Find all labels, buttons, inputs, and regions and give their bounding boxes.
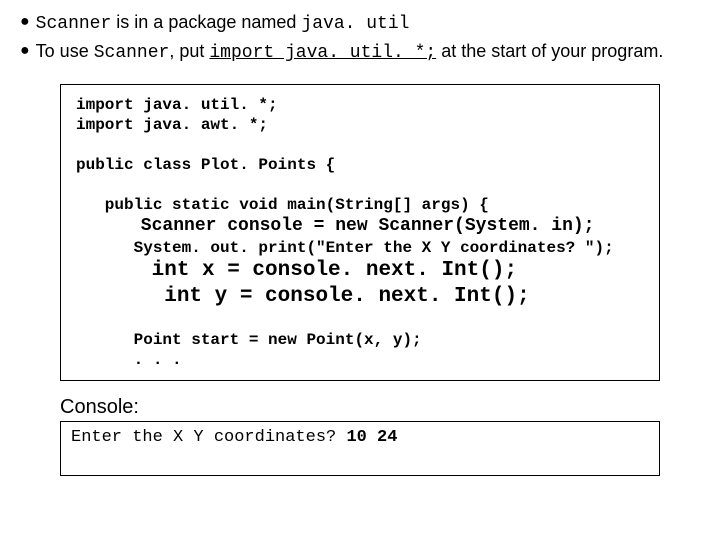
console-output-box: Enter the X Y coordinates? 10 24 xyxy=(60,421,660,476)
console-user-input: 10 24 xyxy=(346,428,397,447)
console-prompt: Enter the X Y coordinates? xyxy=(71,428,346,447)
bullet-item-1: ● Scanner is in a package named java. ut… xyxy=(20,10,700,37)
code-line: import java. util. *; xyxy=(76,96,278,114)
code-line: Point start = new Point(x, y); xyxy=(76,331,422,349)
bullet-icon: ● xyxy=(20,13,30,31)
bullet-1-text: Scanner is in a package named java. util xyxy=(36,10,410,37)
code-line: int y = console. next. Int(); xyxy=(76,285,530,308)
code-line: Scanner console = new Scanner(System. in… xyxy=(76,216,594,236)
code-line: . . . xyxy=(76,351,182,369)
b2-mid: , put xyxy=(169,41,209,61)
import-directive: import java. util. *; xyxy=(209,43,436,63)
bullet-2-text: To use Scanner, put import java. util. *… xyxy=(36,39,664,66)
console-label: Console: xyxy=(60,396,700,419)
bullet-item-2: ● To use Scanner, put import java. util.… xyxy=(20,39,700,66)
bullet-icon: ● xyxy=(20,42,30,60)
code-line: System. out. print("Enter the X Y coordi… xyxy=(76,239,614,257)
b1-mid: is in a package named xyxy=(111,12,301,32)
b2-post: at the start of your program. xyxy=(436,41,663,61)
code-line: int x = console. next. Int(); xyxy=(76,259,517,282)
pkg-name: java. util xyxy=(301,14,409,34)
b2-scanner: Scanner xyxy=(94,43,170,63)
scanner-word: Scanner xyxy=(36,14,112,34)
code-line: public static void main(String[] args) { xyxy=(76,196,489,214)
bullet-list: ● Scanner is in a package named java. ut… xyxy=(20,10,700,66)
code-line: import java. awt. *; xyxy=(76,116,268,134)
b2-pre: To use xyxy=(36,41,94,61)
code-line: public class Plot. Points { xyxy=(76,156,335,174)
code-sample-box: import java. util. *; import java. awt. … xyxy=(60,84,660,381)
